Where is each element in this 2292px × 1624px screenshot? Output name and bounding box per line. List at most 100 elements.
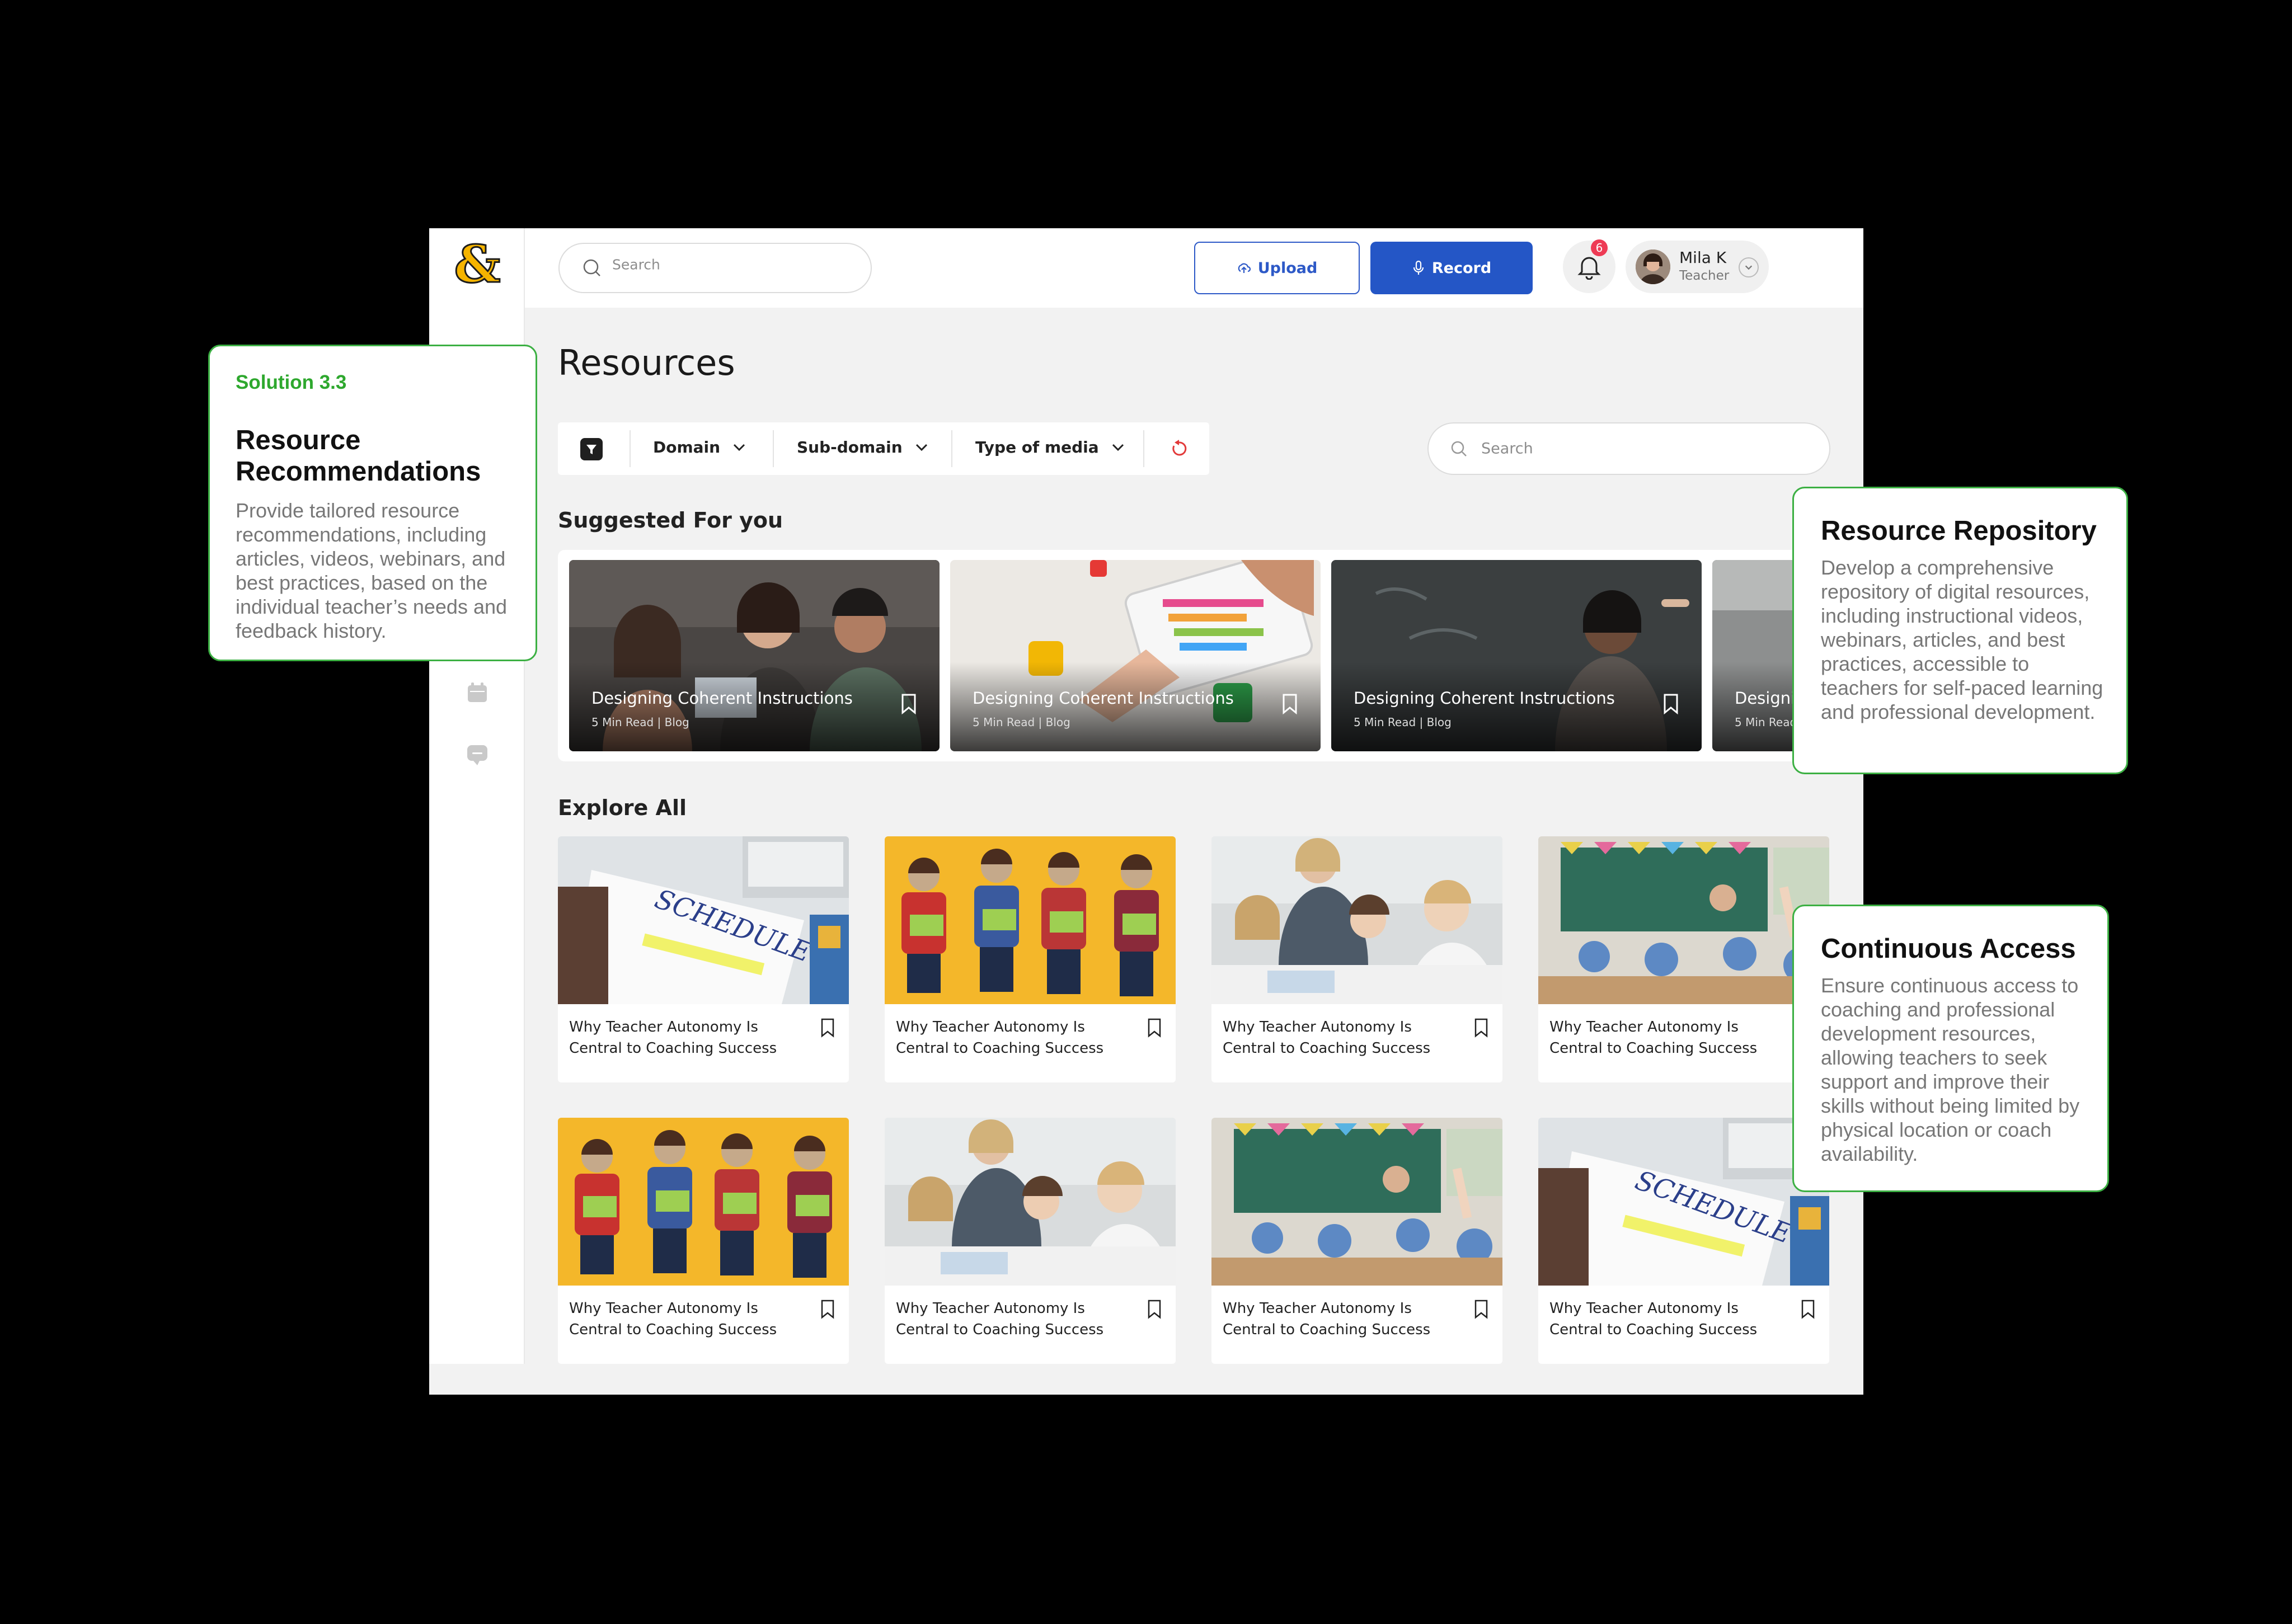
card-title: Why Teacher Autonomy Is Central to Coach… xyxy=(896,1019,1104,1057)
filter-bar: Domain Sub-domain Type of media xyxy=(558,422,1209,475)
suggested-card[interactable]: Designing Coherent Instructions 5 Min Re… xyxy=(1331,560,1702,751)
chevron-down-icon xyxy=(1112,444,1124,451)
subdomain-dropdown[interactable]: Sub-domain xyxy=(797,438,928,456)
callout-title: Resource Repository xyxy=(1821,516,2097,546)
top-bar: Search Upload Record 6 Mila K Teacher xyxy=(525,228,1863,308)
callout-continuous-access: Continuous Access Ensure continuous acce… xyxy=(1792,905,2109,1192)
classroom-photo xyxy=(1538,836,1829,1004)
card-meta: 5 Min Read | Blog xyxy=(1354,715,1452,729)
subdomain-label: Sub-domain xyxy=(797,438,903,456)
children-reading-photo xyxy=(885,836,1176,1004)
suggested-card[interactable]: Designing Coherent Instructions 5 Min Re… xyxy=(950,560,1321,751)
media-type-label: Type of media xyxy=(975,438,1099,456)
domain-label: Domain xyxy=(653,438,721,456)
microphone-icon xyxy=(1413,260,1424,275)
explore-section-title: Explore All xyxy=(558,795,687,820)
teacher-with-students-photo xyxy=(885,1118,1176,1286)
callout-resource-recommendations: Solution 3.3 Resource Recommendations Pr… xyxy=(208,345,537,661)
resource-card[interactable]: Why Teacher Autonomy Is Central to Coach… xyxy=(1211,1118,1502,1364)
notifications-button[interactable]: 6 xyxy=(1563,239,1615,293)
bookmark-icon[interactable] xyxy=(1147,1018,1162,1038)
resource-card[interactable]: SCHEDULE Why Teacher Autonomy Is Central… xyxy=(1538,1118,1829,1364)
card-title: Why Teacher Autonomy Is Central to Coach… xyxy=(1549,1300,1758,1338)
divider xyxy=(773,430,774,467)
bookmark-icon[interactable] xyxy=(1473,1018,1489,1038)
bookmark-icon[interactable] xyxy=(1147,1299,1162,1319)
card-title: Designing Coherent Instructions xyxy=(973,689,1234,708)
suggested-card[interactable]: Designing Coherent Instructions 5 Min Re… xyxy=(569,560,940,751)
avatar xyxy=(1636,250,1670,284)
domain-dropdown[interactable]: Domain xyxy=(653,438,746,456)
card-title: Designing Coherent Instructions xyxy=(591,689,853,708)
record-label: Record xyxy=(1431,259,1492,277)
card-title: Why Teacher Autonomy Is Central to Coach… xyxy=(1223,1019,1431,1057)
schedule-photo: SCHEDULE xyxy=(558,836,849,1004)
schedule-photo: SCHEDULE xyxy=(1538,1118,1829,1286)
bookmark-icon[interactable] xyxy=(1800,1299,1816,1319)
bookmark-icon[interactable] xyxy=(820,1018,835,1038)
card-title: Why Teacher Autonomy Is Central to Coach… xyxy=(569,1300,777,1338)
search-icon xyxy=(1451,441,1467,456)
global-search-input[interactable]: Search xyxy=(558,243,872,293)
resource-card[interactable]: Why Teacher Autonomy Is Central to Coach… xyxy=(558,1118,849,1364)
card-meta: 5 Min Read | Blog xyxy=(591,715,689,729)
upload-button[interactable]: Upload xyxy=(1194,242,1360,294)
calendar-icon[interactable] xyxy=(464,680,490,706)
chevron-down-icon[interactable] xyxy=(1739,257,1759,277)
chevron-down-icon xyxy=(915,444,927,451)
bookmark-icon[interactable] xyxy=(1281,693,1298,714)
divider xyxy=(1143,430,1144,467)
callout-body: Ensure continuous access to coaching and… xyxy=(1821,974,2080,1165)
card-title: Why Teacher Autonomy Is Central to Coach… xyxy=(1223,1300,1431,1338)
ampersand-logo[interactable]: & xyxy=(453,239,502,290)
divider xyxy=(630,430,631,467)
bookmark-icon[interactable] xyxy=(1473,1299,1489,1319)
app-window: & Search Upload Record 6 Mila K Teacher … xyxy=(429,228,1863,1395)
funnel-icon xyxy=(586,445,597,454)
svg-text:&: & xyxy=(454,239,500,290)
callout-resource-repository: Resource Repository Develop a comprehens… xyxy=(1792,487,2128,774)
media-type-dropdown[interactable]: Type of media xyxy=(975,438,1125,456)
reset-filters-icon[interactable] xyxy=(1168,438,1190,459)
resource-card[interactable]: SCHEDULE Why Teacher Autonomy Is Central… xyxy=(558,836,849,1082)
teacher-with-students-photo xyxy=(1211,836,1502,1004)
resource-search-input[interactable]: Search xyxy=(1427,422,1830,475)
search-placeholder: Search xyxy=(612,256,660,273)
user-role: Teacher xyxy=(1679,269,1730,283)
bookmark-icon[interactable] xyxy=(820,1299,835,1319)
suggested-section-title: Suggested For you xyxy=(558,508,783,533)
notification-badge: 6 xyxy=(1591,239,1608,256)
chat-icon[interactable] xyxy=(464,742,490,768)
search-icon xyxy=(583,259,600,276)
bell-icon xyxy=(1577,257,1601,280)
chevron-down-icon xyxy=(734,444,745,451)
classroom-photo xyxy=(1211,1118,1502,1286)
card-meta: 5 Min Read | Blog xyxy=(973,715,1070,729)
user-name: Mila K xyxy=(1679,248,1727,267)
bookmark-icon[interactable] xyxy=(1662,693,1679,714)
card-title: Designing Coherent Instructions xyxy=(1354,689,1615,708)
search-placeholder: Search xyxy=(1481,440,1533,458)
callout-body: Develop a comprehensive repository of di… xyxy=(1821,556,2103,723)
card-title: Why Teacher Autonomy Is Central to Coach… xyxy=(569,1019,777,1057)
upload-cloud-icon xyxy=(1238,263,1251,273)
card-title: Why Teacher Autonomy Is Central to Coach… xyxy=(1549,1019,1758,1057)
callout-title: Continuous Access xyxy=(1821,934,2076,964)
upload-label: Upload xyxy=(1257,259,1318,277)
resource-card[interactable]: Why Teacher Autonomy Is Central to Coach… xyxy=(1538,836,1829,1082)
callout-body: Provide tailored resource recommendation… xyxy=(236,499,508,642)
children-reading-photo xyxy=(558,1118,849,1286)
resource-card[interactable]: Why Teacher Autonomy Is Central to Coach… xyxy=(1211,836,1502,1082)
resource-card[interactable]: Why Teacher Autonomy Is Central to Coach… xyxy=(885,1118,1176,1364)
divider xyxy=(951,430,952,467)
page-title: Resources xyxy=(558,342,735,383)
suggested-carousel: Designing Coherent Instructions 5 Min Re… xyxy=(558,550,1863,761)
callout-tag: Solution 3.3 xyxy=(236,371,347,393)
filter-button[interactable] xyxy=(580,438,603,460)
user-menu[interactable]: Mila K Teacher xyxy=(1626,241,1769,293)
callout-title: Resource Recommendations xyxy=(236,425,481,487)
resource-card[interactable]: Why Teacher Autonomy Is Central to Coach… xyxy=(885,836,1176,1082)
card-title: Why Teacher Autonomy Is Central to Coach… xyxy=(896,1300,1104,1338)
record-button[interactable]: Record xyxy=(1370,242,1533,294)
bookmark-icon[interactable] xyxy=(900,693,917,714)
